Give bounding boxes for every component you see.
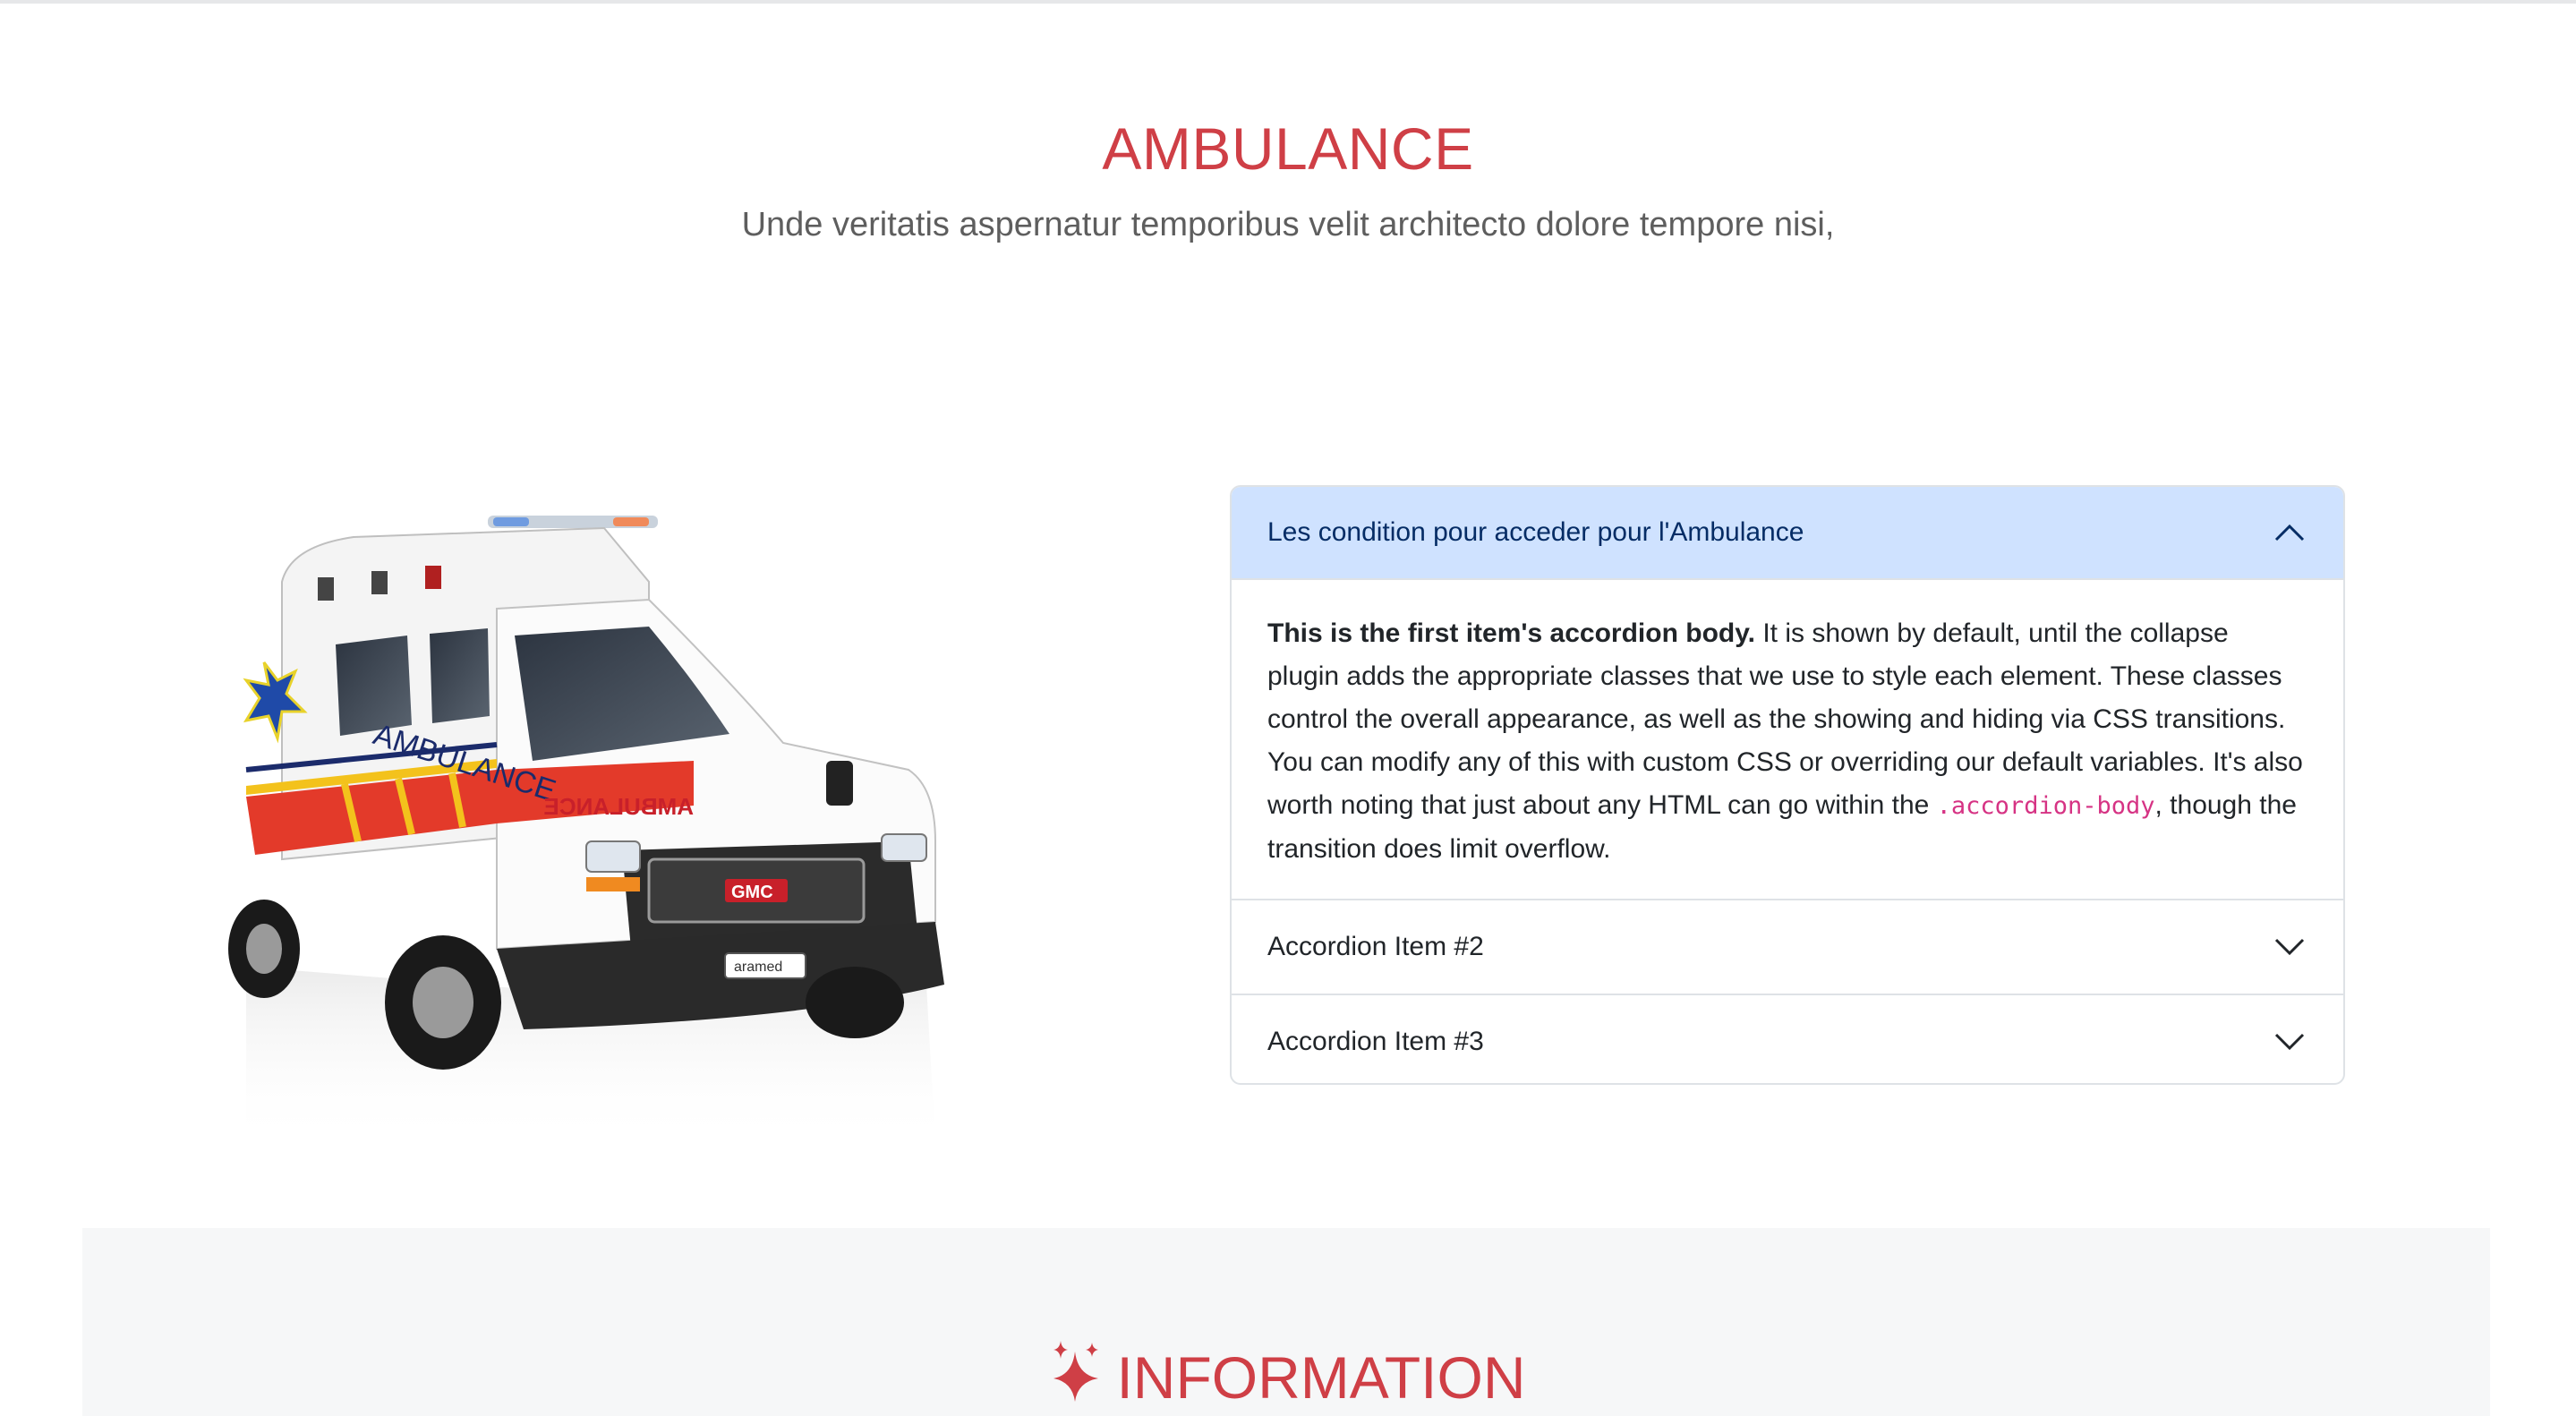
ambulance-image: AMBULANCE AMBULANCE GMC aramed [228,501,962,1146]
top-border [0,0,2576,4]
chevron-down-icon [2272,1024,2307,1060]
accordion-body-text: It is shown by default, until the collap… [1267,618,2303,820]
accordion-item-2-header[interactable]: Accordion Item #2 [1232,899,2343,994]
chevron-down-icon [2272,929,2307,965]
page-title: AMBULANCE [1102,115,1474,182]
sparkles-icon [1050,1339,1102,1415]
svg-text:GMC: GMC [731,883,773,902]
accordion-item-3-header[interactable]: Accordion Item #3 [1232,994,2343,1083]
information-title: INFORMATION [1116,1343,1526,1411]
svg-text:AMBULANCE: AMBULANCE [543,793,694,820]
page-subtitle: Unde veritatis aspernatur temporibus vel… [741,206,1835,243]
accordion-item-1-body: This is the first item's accordion body.… [1232,580,2343,899]
accordion: Les condition pour acceder pour l'Ambula… [1230,485,2345,1085]
accordion-item-1-header[interactable]: Les condition pour acceder pour l'Ambula… [1232,487,2343,580]
accordion-item-2-title: Accordion Item #2 [1267,932,1484,961]
svg-text:aramed: aramed [734,960,782,975]
chevron-up-icon [2272,515,2307,550]
information-heading: INFORMATION [0,1339,2576,1415]
accordion-item-3-title: Accordion Item #3 [1267,1027,1484,1056]
accordion-item-1-title: Les condition pour acceder pour l'Ambula… [1267,517,1804,547]
accordion-body-lead: This is the first item's accordion body. [1267,618,1756,648]
accordion-body-code: .accordion-body [1936,792,2155,820]
